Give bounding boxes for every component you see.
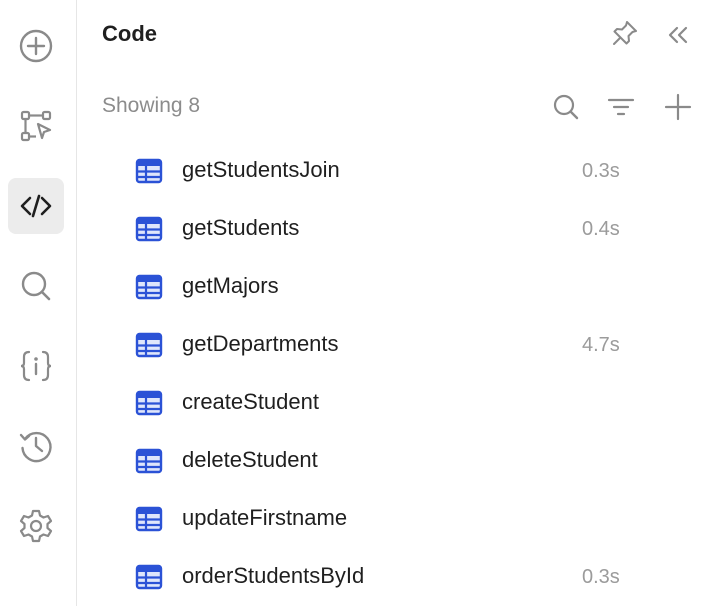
variables-icon [20, 350, 52, 382]
query-name: getDepartments [182, 331, 339, 356]
query-name: orderStudentsById [182, 563, 365, 588]
query-item[interactable]: deleteStudent [77, 432, 722, 490]
table-icon [135, 564, 163, 590]
query-duration: 0.3s [582, 566, 620, 588]
history-icon [19, 431, 52, 463]
table-icon [135, 332, 163, 358]
search-icon [21, 271, 51, 301]
plus-circle-icon [19, 29, 53, 63]
query-item[interactable]: getStudents 0.4s [77, 200, 722, 258]
table-icon [135, 390, 163, 416]
chevrons-left-icon [668, 26, 688, 44]
query-item[interactable]: updateFirstname [77, 490, 722, 548]
rail-workflow-button[interactable] [8, 98, 64, 154]
search-icon [553, 94, 579, 120]
plus-icon [664, 93, 692, 121]
rail-history-button[interactable] [8, 418, 64, 474]
table-icon [135, 216, 163, 242]
query-item[interactable]: getMajors [77, 258, 722, 316]
pin-icon [613, 21, 637, 45]
query-name: deleteStudent [182, 447, 318, 472]
query-duration: 0.3s [582, 160, 620, 182]
rail-settings-button[interactable] [8, 498, 64, 554]
query-name: getStudents [182, 215, 300, 240]
rail-search-button[interactable] [8, 258, 64, 314]
collapse-panel-button[interactable] [663, 20, 693, 50]
query-duration: 4.7s [582, 334, 620, 356]
query-name: updateFirstname [182, 505, 348, 530]
panel-title: Code [102, 21, 157, 46]
query-item[interactable]: getDepartments 4.7s [77, 316, 722, 374]
query-item[interactable]: getStudentsJoin 0.3s [77, 142, 722, 200]
filter-button[interactable] [604, 90, 638, 124]
settings-icon [19, 509, 53, 543]
filter-icon [607, 98, 635, 116]
query-name: createStudent [182, 389, 319, 414]
query-name: getStudentsJoin [182, 157, 340, 182]
table-icon [135, 448, 163, 474]
rail-code-button[interactable] [8, 178, 64, 234]
rail-variables-button[interactable] [8, 338, 64, 394]
pin-button[interactable] [610, 18, 640, 48]
rail-add-button[interactable] [8, 18, 64, 74]
search-queries-button[interactable] [549, 90, 583, 124]
table-icon [135, 274, 163, 300]
query-item[interactable]: orderStudentsById 0.3s [77, 548, 722, 606]
workflow-icon [20, 110, 52, 142]
query-item[interactable]: createStudent [77, 374, 722, 432]
add-query-button[interactable] [661, 90, 695, 124]
table-icon [135, 506, 163, 532]
result-count: Showing 8 [102, 94, 201, 117]
code-icon [20, 194, 52, 218]
code-panel: Code Showing 8 getStudentsJoin 0.3s getS… [77, 0, 722, 606]
query-name: getMajors [182, 273, 279, 298]
left-rail [0, 0, 77, 606]
table-icon [135, 158, 163, 184]
query-duration: 0.4s [582, 218, 620, 240]
